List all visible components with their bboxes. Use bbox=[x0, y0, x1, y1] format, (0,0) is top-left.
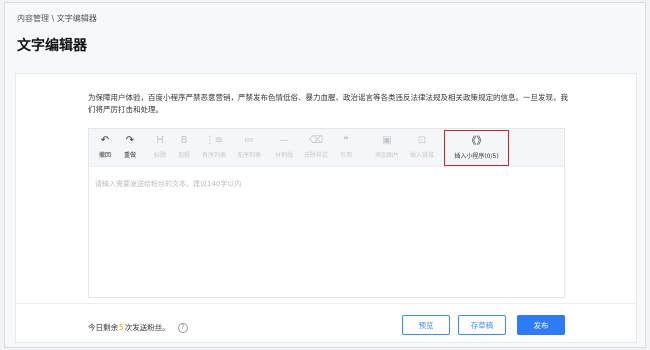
insert-miniprogram-highlight: 《》 插入小程序(0/5) bbox=[444, 130, 509, 166]
unordered-list-icon: ≔ bbox=[244, 135, 254, 146]
redo-icon: ↷ bbox=[125, 135, 135, 146]
image-icon: ▣ bbox=[382, 135, 392, 146]
miniprogram-icon: 《》 bbox=[466, 136, 487, 147]
redo-button[interactable]: ↷ 重做 bbox=[115, 134, 145, 159]
preview-button[interactable]: 预览 bbox=[402, 315, 450, 335]
bold-icon: B bbox=[180, 135, 188, 146]
save-draft-button[interactable]: 存草稿 bbox=[458, 315, 506, 335]
ordered-list-icon: ⋮≡ bbox=[204, 135, 224, 146]
footer-divider bbox=[16, 303, 636, 304]
app-frame: 内容管理 \ 文字编辑器 文字编辑器 为保障用户体验，百度小程序严禁恶意营销，严… bbox=[4, 2, 646, 348]
publish-button[interactable]: 发布 bbox=[517, 315, 565, 335]
unordered-list-button[interactable]: ≔ 无序列表 bbox=[234, 134, 264, 159]
rich-text-editor: ↶ 撤回 ↷ 重做 H 标题 B 加粗 ⋮≡ 有序列表 ≔ 无序列表 — 分割线… bbox=[88, 128, 565, 298]
insert-link-label: 插入链接 bbox=[409, 152, 434, 159]
clear-format-icon: ⌫ bbox=[308, 135, 324, 146]
quote-icon: ❝ bbox=[343, 135, 349, 146]
clear-format-button[interactable]: ⌫ 去除样式 bbox=[301, 134, 331, 159]
link-icon: ⊡ bbox=[417, 135, 427, 146]
insert-miniprogram-label: 插入小程序(0/5) bbox=[454, 153, 499, 160]
quota-suffix: 次发送粉丝。 bbox=[124, 323, 170, 332]
insert-miniprogram-button[interactable]: 《》 插入小程序(0/5) bbox=[445, 135, 508, 160]
help-icon[interactable]: ? bbox=[177, 323, 188, 333]
insert-link-button[interactable]: ⊡ 插入链接 bbox=[407, 134, 437, 159]
clear-format-label: 去除样式 bbox=[303, 152, 328, 159]
ordered-list-button[interactable]: ⋮≡ 有序列表 bbox=[199, 134, 229, 159]
divider-button[interactable]: — 分割线 bbox=[269, 134, 299, 159]
divider-label: 分割线 bbox=[274, 152, 293, 159]
redo-label: 重做 bbox=[123, 152, 136, 159]
divider-icon: — bbox=[279, 135, 289, 146]
breadcrumb[interactable]: 内容管理 \ 文字编辑器 bbox=[17, 13, 97, 24]
add-image-button[interactable]: ▣ 添加图片 bbox=[372, 134, 402, 159]
quote-label: 引用 bbox=[339, 152, 352, 159]
quota-count: 5 bbox=[119, 323, 124, 332]
bold-button[interactable]: B 加粗 bbox=[169, 134, 199, 159]
add-image-label: 添加图片 bbox=[374, 152, 399, 159]
policy-notice: 为保障用户体验，百度小程序严禁恶意营销，严禁发布色情低俗、暴力血腥、政治谣言等各… bbox=[88, 93, 568, 114]
bold-label: 加粗 bbox=[177, 152, 190, 159]
unordered-list-label: 无序列表 bbox=[236, 152, 261, 159]
quote-button[interactable]: ❝ 引用 bbox=[331, 134, 361, 159]
send-quota: 今日剩余5次发送粉丝。? bbox=[88, 322, 188, 333]
quota-prefix: 今日剩余 bbox=[88, 323, 118, 332]
page-title: 文字编辑器 bbox=[17, 38, 87, 54]
editor-card: 为保障用户体验，百度小程序严禁恶意营销，严禁发布色情低俗、暴力血腥、政治谣言等各… bbox=[15, 73, 637, 343]
ordered-list-label: 有序列表 bbox=[201, 152, 226, 159]
editor-toolbar: ↶ 撤回 ↷ 重做 H 标题 B 加粗 ⋮≡ 有序列表 ≔ 无序列表 — 分割线… bbox=[89, 129, 564, 167]
editor-text-area[interactable]: 请输入需要发送给粉丝的文本，建议140字以内 bbox=[95, 179, 241, 189]
